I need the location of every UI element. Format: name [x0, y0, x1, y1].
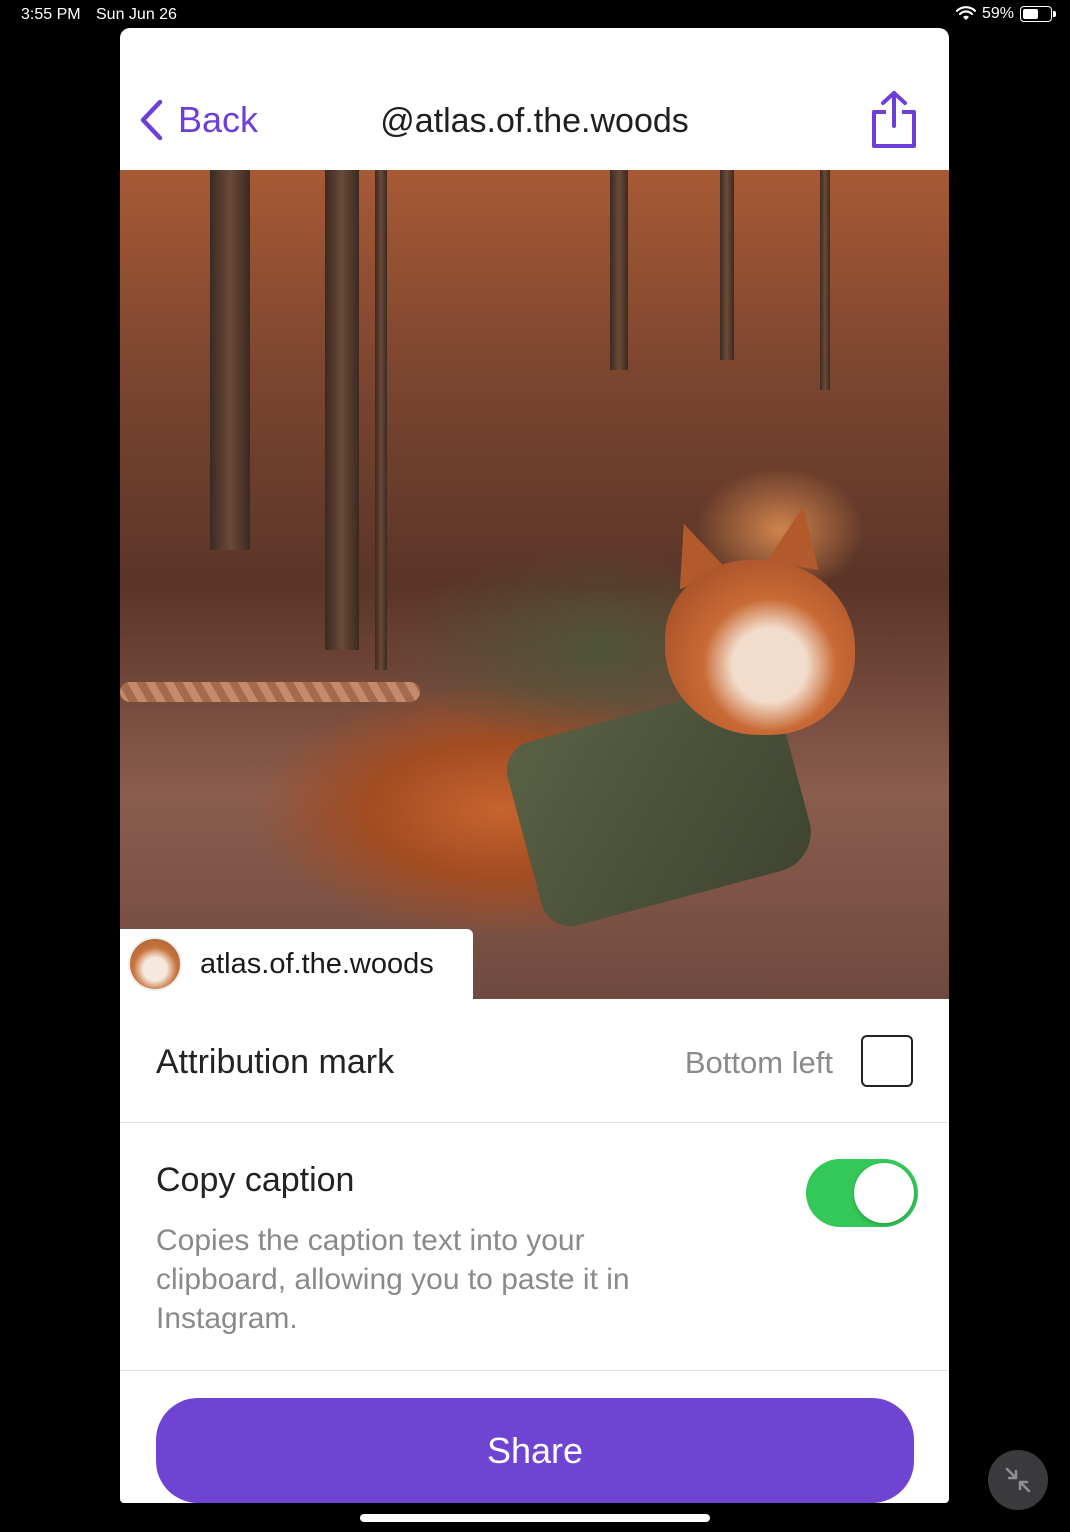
- attribution-mark-row[interactable]: Attribution mark Bottom left: [120, 999, 949, 1123]
- status-bar: 3:55 PM Sun Jun 26 59%: [0, 0, 1070, 30]
- share-sheet: Back @atlas.of.the.woods atlas.of.the.wo…: [120, 28, 949, 1503]
- copy-caption-toggle[interactable]: [806, 1159, 918, 1227]
- share-icon: [872, 91, 916, 148]
- photo-tree: [610, 170, 628, 370]
- post-photo: atlas.of.the.woods: [120, 170, 949, 999]
- photo-dog-head: [665, 560, 855, 735]
- copy-caption-label: Copy caption: [156, 1161, 355, 1199]
- page-title: @atlas.of.the.woods: [380, 102, 689, 140]
- avatar: [128, 937, 182, 991]
- home-indicator: [360, 1514, 710, 1522]
- attribution-position-value[interactable]: Bottom left: [685, 1045, 833, 1081]
- attribution-badge: atlas.of.the.woods: [120, 929, 473, 999]
- wifi-icon: [955, 6, 976, 20]
- status-indicators: 59%: [955, 5, 1056, 23]
- copy-caption-description: Copies the caption text into your clipbo…: [156, 1224, 630, 1335]
- attribution-name: atlas.of.the.woods: [200, 947, 434, 980]
- attribution-mark-label: Attribution mark: [156, 1043, 395, 1081]
- status-date: Sun Jun 26: [96, 6, 177, 23]
- collapse-button[interactable]: [988, 1450, 1048, 1510]
- photo-tree: [375, 170, 387, 670]
- photo-tree: [720, 170, 734, 360]
- copy-caption-row: Copy caption Copies the caption text int…: [120, 1123, 949, 1371]
- attribution-mark-checkbox[interactable]: [861, 1035, 913, 1087]
- battery-icon: [1020, 6, 1056, 22]
- share-icon-button[interactable]: [869, 90, 919, 150]
- battery-percent: 59%: [981, 5, 1014, 22]
- photo-leash: [120, 682, 420, 702]
- photo-tree: [210, 170, 250, 550]
- toggle-knob: [854, 1163, 914, 1223]
- share-button[interactable]: Share: [156, 1398, 914, 1503]
- photo-tree: [820, 170, 830, 390]
- nav-bar: Back @atlas.of.the.woods: [120, 28, 949, 170]
- battery-fill: [1023, 9, 1039, 19]
- status-time: 3:55 PM: [21, 6, 81, 23]
- photo-dog-ear: [767, 501, 829, 571]
- photo-tree: [325, 170, 359, 650]
- collapse-arrows-icon: [1005, 1467, 1031, 1493]
